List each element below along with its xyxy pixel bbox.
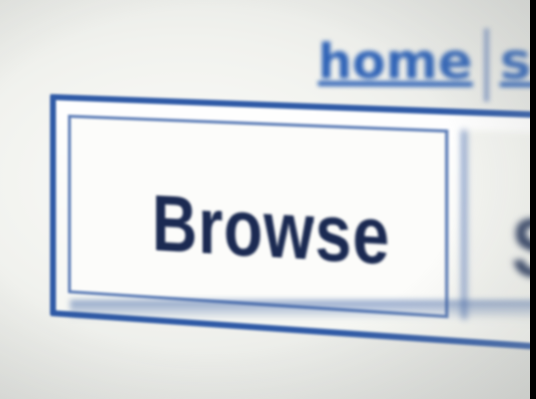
tab-browse[interactable]: Browse (67, 114, 449, 319)
home-link[interactable]: home (318, 33, 473, 91)
next-nav-link[interactable]: se (500, 32, 530, 92)
photo-background: home se Browse Se (0, 0, 530, 399)
tab-search-label: Se (511, 199, 530, 299)
image-edge (530, 0, 536, 399)
tab-browse-label: Browse (151, 177, 391, 282)
top-navigation: home se (318, 28, 530, 103)
nav-separator (483, 28, 489, 102)
tab-bar-shadow (70, 300, 530, 320)
